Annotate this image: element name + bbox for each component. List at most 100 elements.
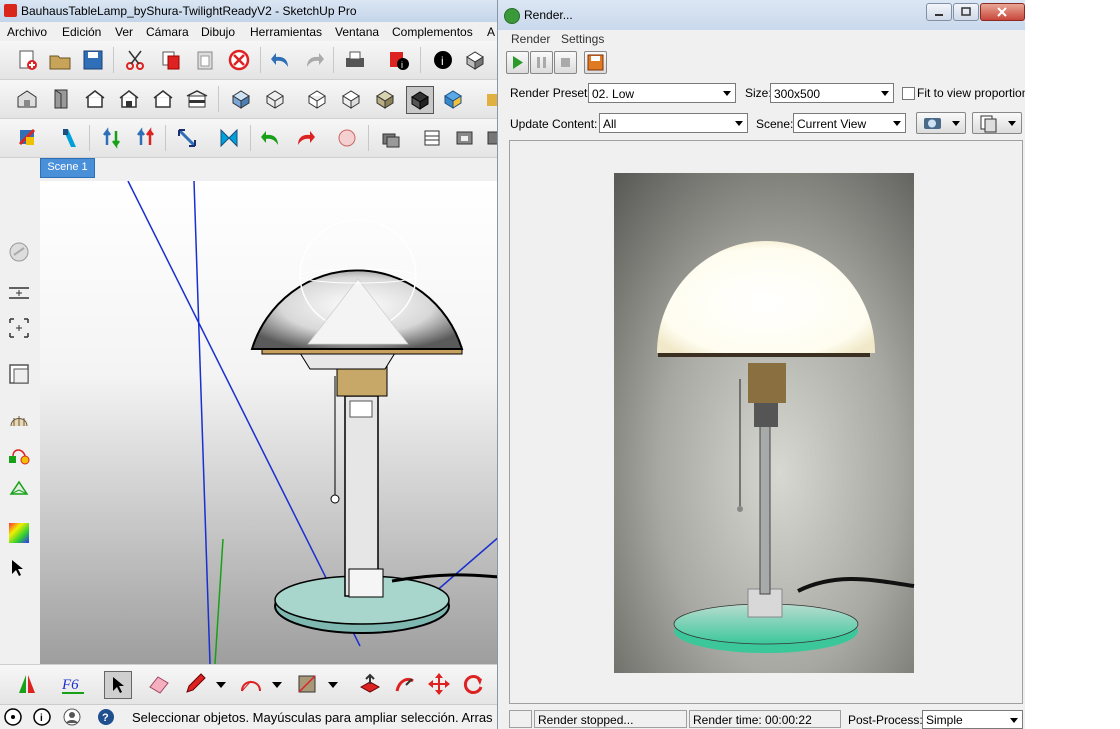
new-file-icon[interactable] bbox=[14, 47, 40, 73]
pause-render-button[interactable] bbox=[530, 51, 553, 74]
rotate-icon[interactable] bbox=[460, 671, 486, 697]
svg-text:i: i bbox=[441, 54, 444, 68]
dimension-icon[interactable] bbox=[174, 125, 200, 151]
user-icon[interactable] bbox=[63, 708, 81, 726]
axes-icon[interactable] bbox=[14, 125, 40, 151]
zoom-extents-icon[interactable] bbox=[6, 280, 32, 306]
3d-warehouse-icon[interactable]: i bbox=[430, 47, 456, 73]
pencil-dropdown-icon[interactable] bbox=[208, 671, 234, 697]
post-process-select[interactable]: Simple bbox=[922, 710, 1023, 729]
credits-icon[interactable]: i bbox=[33, 708, 51, 726]
undo-icon[interactable] bbox=[268, 47, 294, 73]
menu-complementos[interactable]: Complementos bbox=[392, 25, 473, 39]
menu-dibujo[interactable]: Dibujo bbox=[201, 25, 235, 39]
geometry-icon[interactable] bbox=[6, 476, 32, 502]
page-icon[interactable] bbox=[6, 361, 32, 387]
color-by-layer-icon[interactable] bbox=[440, 86, 466, 112]
camera-button[interactable] bbox=[916, 112, 966, 134]
update-content-select[interactable]: All bbox=[599, 113, 748, 133]
back-view-icon[interactable] bbox=[150, 86, 176, 112]
f6-plugin-icon[interactable]: F6 bbox=[60, 671, 86, 697]
hidden-line-icon[interactable] bbox=[304, 86, 330, 112]
cut-icon[interactable] bbox=[122, 47, 148, 73]
shaded-texture-icon[interactable] bbox=[372, 86, 398, 112]
left-view-icon[interactable] bbox=[184, 86, 210, 112]
copy-render-button[interactable] bbox=[972, 112, 1022, 134]
minimize-button[interactable] bbox=[926, 3, 952, 21]
rectangle-icon[interactable] bbox=[294, 671, 320, 697]
xray-icon[interactable] bbox=[228, 86, 254, 112]
status-bar: i ? Seleccionar objetos. Mayúsculas para… bbox=[0, 704, 500, 729]
fit-to-view-checkbox[interactable] bbox=[902, 87, 915, 100]
model-info-icon[interactable]: i bbox=[386, 47, 412, 73]
menu-camara[interactable]: Cámara bbox=[146, 25, 189, 39]
arc-dropdown-icon[interactable] bbox=[264, 671, 290, 697]
component-icon[interactable] bbox=[462, 47, 488, 73]
arc-icon[interactable] bbox=[238, 671, 264, 697]
pencil-icon[interactable] bbox=[182, 671, 208, 697]
layers-icon[interactable] bbox=[378, 125, 404, 151]
model-viewport[interactable] bbox=[40, 181, 500, 664]
menu-herramientas[interactable]: Herramientas bbox=[250, 25, 322, 39]
sandbox-icon[interactable] bbox=[6, 406, 32, 432]
erase-icon[interactable] bbox=[226, 47, 252, 73]
close-button[interactable] bbox=[980, 3, 1025, 21]
left-toolbar bbox=[0, 176, 40, 664]
pan-icon[interactable] bbox=[133, 125, 159, 151]
next-view-icon[interactable] bbox=[292, 125, 318, 151]
menu-archivo[interactable]: Archivo bbox=[7, 25, 47, 39]
walk-icon[interactable] bbox=[334, 125, 360, 151]
render-preset-select[interactable]: 02. Low bbox=[588, 83, 736, 103]
select-tool-icon[interactable] bbox=[104, 671, 132, 699]
geo-location-icon[interactable] bbox=[4, 708, 22, 726]
connect-icon[interactable] bbox=[6, 442, 32, 468]
previous-view-icon[interactable] bbox=[258, 125, 284, 151]
push-pull-icon[interactable] bbox=[357, 671, 383, 697]
copy-icon[interactable] bbox=[158, 47, 184, 73]
color-grid-icon[interactable] bbox=[6, 520, 32, 546]
outliner-icon[interactable] bbox=[420, 125, 446, 151]
render-menu-settings[interactable]: Settings bbox=[561, 32, 604, 46]
move-icon[interactable] bbox=[426, 671, 452, 697]
stop-render-button[interactable] bbox=[554, 51, 577, 74]
orbit-tool-icon[interactable] bbox=[6, 239, 32, 265]
help-icon[interactable]: ? bbox=[97, 708, 115, 726]
front-view-icon[interactable] bbox=[82, 86, 108, 112]
menu-edicion[interactable]: Edición bbox=[62, 25, 101, 39]
menu-more[interactable]: A bbox=[487, 25, 495, 39]
eraser-icon[interactable] bbox=[146, 671, 172, 697]
zoom-window-icon[interactable] bbox=[6, 315, 32, 341]
paste-icon[interactable] bbox=[192, 47, 218, 73]
orbit-icon[interactable] bbox=[99, 125, 125, 151]
right-view-icon[interactable] bbox=[116, 86, 142, 112]
tape-measure-icon[interactable] bbox=[57, 125, 83, 151]
top-view-icon[interactable] bbox=[48, 86, 74, 112]
wireframe-icon[interactable] bbox=[262, 86, 288, 112]
follow-me-icon[interactable] bbox=[392, 671, 418, 697]
print-icon[interactable] bbox=[342, 47, 368, 73]
iso-view-icon[interactable] bbox=[14, 86, 40, 112]
scene-select[interactable]: Current View bbox=[793, 113, 906, 133]
menu-ver[interactable]: Ver bbox=[115, 25, 133, 39]
save-icon[interactable] bbox=[80, 47, 106, 73]
chevron-down-icon bbox=[1010, 718, 1018, 723]
render-window: Render... Render Settings Render Preset:… bbox=[497, 0, 1025, 729]
scenes-icon[interactable] bbox=[452, 125, 478, 151]
monochrome-icon[interactable] bbox=[406, 86, 434, 114]
shaded-icon[interactable] bbox=[338, 86, 364, 112]
start-render-button[interactable] bbox=[506, 51, 529, 74]
redo-icon[interactable] bbox=[301, 47, 327, 73]
save-render-button[interactable] bbox=[584, 51, 607, 74]
tab-scene-1[interactable]: Scene 1 bbox=[40, 158, 95, 178]
rectangle-dropdown-icon[interactable] bbox=[320, 671, 346, 697]
select-cursor-icon[interactable] bbox=[6, 556, 32, 582]
section-plane-icon[interactable] bbox=[216, 125, 242, 151]
svg-text:?: ? bbox=[102, 712, 109, 724]
open-folder-icon[interactable] bbox=[47, 47, 73, 73]
maximize-button[interactable] bbox=[953, 3, 979, 21]
mirror-icon[interactable] bbox=[14, 671, 40, 697]
render-menu-render[interactable]: Render bbox=[511, 32, 550, 46]
size-select[interactable]: 300x500 bbox=[770, 83, 894, 103]
green-axis-line bbox=[214, 538, 224, 664]
menu-ventana[interactable]: Ventana bbox=[335, 25, 379, 39]
